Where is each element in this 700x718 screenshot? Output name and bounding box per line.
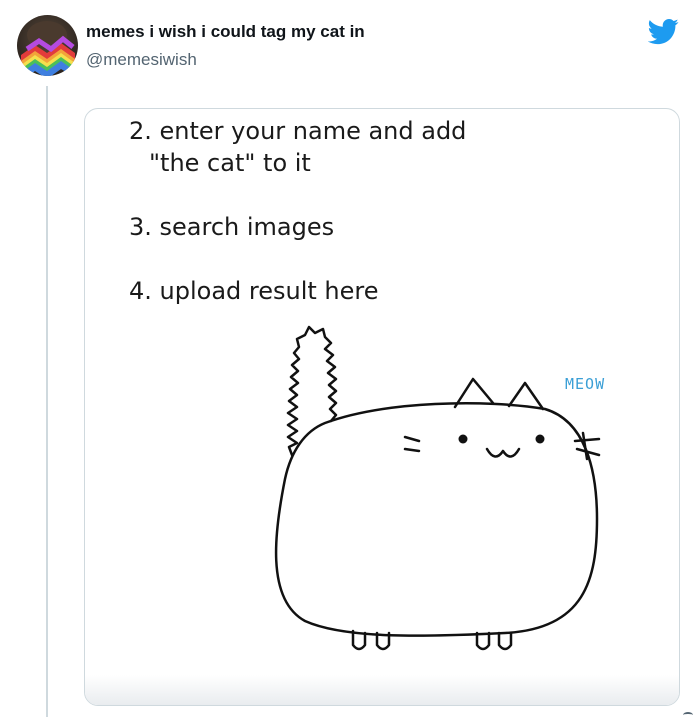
rainbow-cat-avatar-icon [21,21,75,76]
cat-mouth [485,447,521,458]
cat-eye-left [458,434,468,444]
avatar[interactable] [17,15,78,76]
pusheen-cat-drawing [274,325,601,651]
cat-caption: MEOW [565,375,606,393]
media-bottom-fade [85,675,679,705]
cat-foot-4 [497,631,513,651]
cat-body [274,402,599,637]
cat-eye-right [535,434,545,444]
display-name[interactable]: memes i wish i could tag my cat in [86,22,365,42]
twitter-bird-icon[interactable] [648,16,679,47]
cat-whisker-left-2 [403,447,421,453]
media-image[interactable]: 2. enter your name and add "the cat" to … [84,108,680,706]
user-handle[interactable]: @memesiwish [86,50,197,70]
cat-whisker-right-1 [573,437,601,443]
cat-whisker-left-1 [403,435,421,443]
cat-tail [286,325,338,457]
more-indicator-icon [683,712,693,718]
thread-line [46,86,48,717]
